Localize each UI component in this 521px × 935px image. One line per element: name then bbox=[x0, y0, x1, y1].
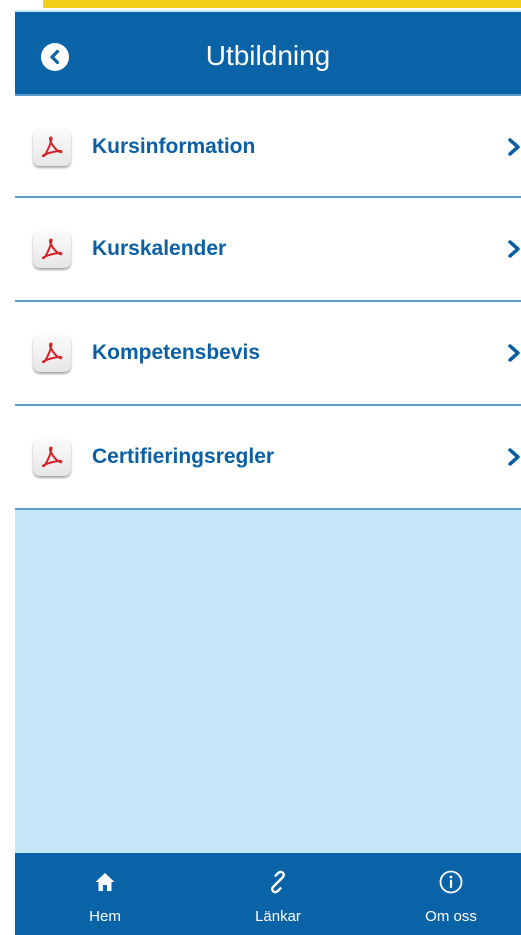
list-item-label: Kompetensbevis bbox=[92, 341, 261, 364]
app-header: Utbildning bbox=[15, 12, 521, 94]
pdf-icon bbox=[33, 438, 71, 476]
info-icon bbox=[436, 867, 466, 897]
nav-item-hem[interactable]: Hem bbox=[45, 853, 165, 935]
list-item-kurskalender[interactable]: Kurskalender bbox=[15, 198, 521, 302]
link-icon bbox=[263, 867, 293, 897]
home-icon bbox=[90, 867, 120, 897]
nav-label: Länkar bbox=[255, 908, 301, 925]
menu-list: Kursinformation Kurskalender Kompetensbe… bbox=[15, 94, 521, 510]
nav-item-lankar[interactable]: Länkar bbox=[218, 853, 338, 935]
nav-label: Hem bbox=[89, 908, 121, 925]
page-title: Utbildning bbox=[205, 40, 331, 71]
app-screen: Utbildning Kursinformation Kurskalender bbox=[15, 0, 521, 935]
yellow-stripe bbox=[43, 0, 521, 8]
list-item-label: Certifieringsregler bbox=[92, 445, 275, 468]
chevron-right-icon bbox=[508, 344, 520, 362]
list-item-certifieringsregler[interactable]: Certifieringsregler bbox=[15, 406, 521, 510]
list-item-label: Kurskalender bbox=[92, 237, 227, 260]
nav-item-om-oss[interactable]: Om oss bbox=[391, 853, 511, 935]
pdf-icon bbox=[33, 230, 71, 268]
pdf-icon bbox=[33, 334, 71, 372]
list-item-kursinformation[interactable]: Kursinformation bbox=[15, 94, 521, 198]
nav-label: Om oss bbox=[425, 908, 477, 925]
chevron-right-icon bbox=[508, 448, 520, 466]
bottom-nav: Hem Länkar Om oss bbox=[15, 853, 521, 935]
chevron-right-icon bbox=[508, 240, 520, 258]
status-strip bbox=[15, 0, 521, 10]
list-item-label: Kursinformation bbox=[92, 135, 256, 158]
chevron-right-icon bbox=[508, 138, 520, 156]
pdf-icon bbox=[33, 128, 71, 166]
list-item-kompetensbevis[interactable]: Kompetensbevis bbox=[15, 302, 521, 406]
